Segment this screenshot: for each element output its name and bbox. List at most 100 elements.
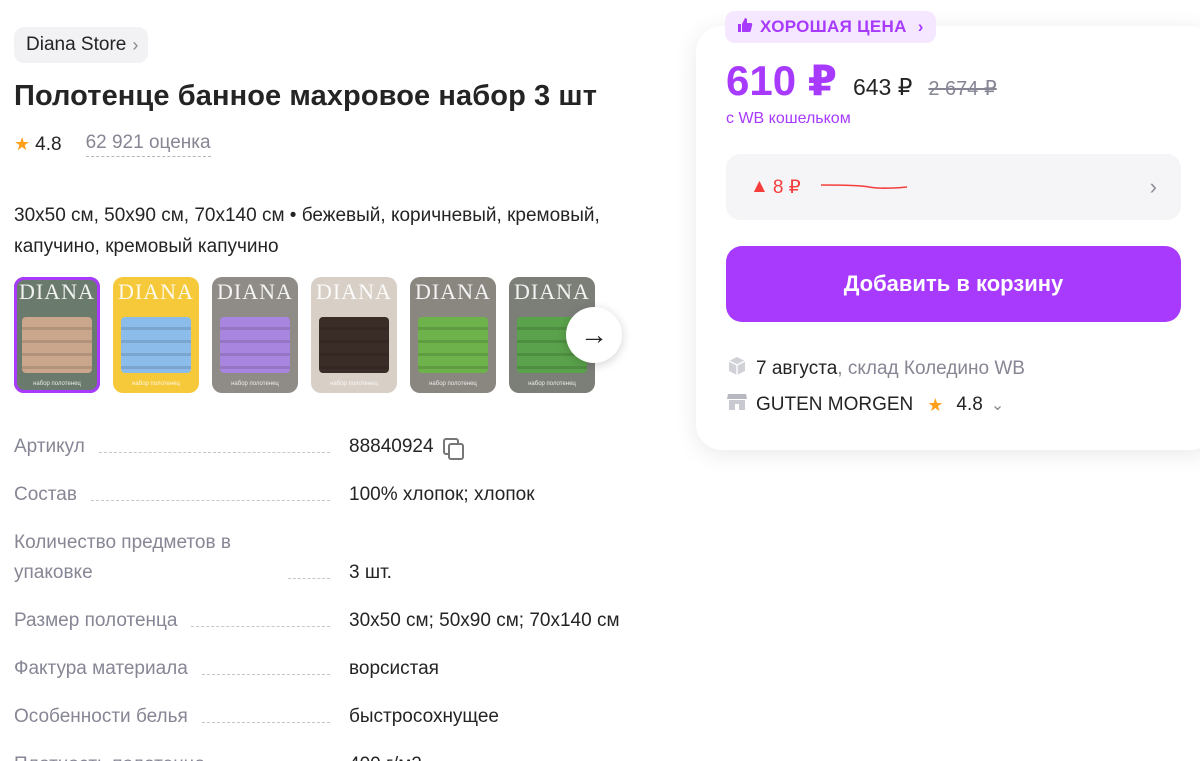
towel-texture <box>319 317 389 373</box>
price-row: 610 ₽ 643 ₽ 2 674 ₽ <box>726 56 997 105</box>
spec-leader-dots <box>201 722 330 723</box>
spec-leader-dots <box>201 674 330 675</box>
spec-value: 88840924 <box>349 432 464 462</box>
spec-value: 100% хлопок; хлопок <box>349 480 535 510</box>
spec-key-label: Плотность полотенца <box>14 750 205 761</box>
spec-value: 30x50 см; 50x90 см; 70x140 см <box>349 606 620 636</box>
product-title: Полотенце банное махровое набор 3 шт <box>14 80 598 112</box>
towel-texture <box>220 317 290 373</box>
badge-label: ХОРОШАЯ ЦЕНА <box>760 17 907 36</box>
spec-row: Артикул 88840924 <box>14 432 654 462</box>
gallery-thumbnail[interactable]: DIANA набор полотенец <box>212 277 298 393</box>
spec-key: Фактура материала <box>14 654 334 684</box>
thumbs-up-icon <box>737 17 753 38</box>
gallery-thumbnail[interactable]: DIANA набор полотенец <box>113 277 199 393</box>
price-trend-line-icon <box>820 184 907 189</box>
spec-row: Состав 100% хлопок; хлопок <box>14 480 654 510</box>
spec-value-text: ворсистая <box>349 658 439 679</box>
chevron-down-icon: ⌄ <box>990 397 1005 414</box>
price-current: 610 ₽ <box>726 57 837 104</box>
spec-key: Состав <box>14 480 334 510</box>
towel-texture <box>22 317 92 373</box>
thumbnail-brand-text: DIANA <box>217 279 293 304</box>
spec-row: Плотность полотенца 400 г/м2 <box>14 750 654 761</box>
arrow-right-icon: → <box>580 319 608 350</box>
spec-key-label: Особенности белья <box>14 706 188 727</box>
thumbnail-caption: набор полотенец <box>429 381 477 387</box>
price-change-value: 8 ₽ <box>772 176 801 198</box>
star-icon: ★ <box>14 134 31 154</box>
spec-value-text: 30x50 см; 50x90 см; 70x140 см <box>349 610 620 631</box>
towel-texture <box>121 317 191 373</box>
brand-label: Diana Store <box>26 34 127 55</box>
add-to-cart-button[interactable]: Добавить в корзину <box>726 246 1181 322</box>
spec-value-text: 100% хлопок; хлопок <box>349 484 535 505</box>
variants-text: 30x50 см, 50x90 см, 70x140 см • бежевый,… <box>14 205 600 257</box>
rating-value: 4.8 <box>35 133 62 155</box>
spec-key: Количество предметов в упаковке <box>14 528 334 588</box>
seller-rating: 4.8 <box>956 394 983 415</box>
chevron-right-icon: › <box>917 17 924 36</box>
thumbnail-brand-text: DIANA <box>415 279 491 304</box>
gallery-thumbnails: DIANA набор полотенец DIANA набор полотенец… <box>14 277 595 393</box>
price-original: 2 674 ₽ <box>928 78 997 100</box>
copy-icon[interactable] <box>442 437 464 460</box>
spec-key-label: Фактура материала <box>14 658 188 679</box>
thumbnail-caption: набор полотенец <box>231 381 279 387</box>
price-change: ▲ 8 ₽ <box>750 176 801 199</box>
spec-value-text: 88840924 <box>349 436 434 457</box>
thumbnail-brand-text: DIANA <box>514 279 590 304</box>
thumbnail-caption: набор полотенец <box>528 381 576 387</box>
spec-leader-dots <box>288 578 330 579</box>
spec-value: 3 шт. <box>349 558 392 588</box>
spec-key-label: Количество предметов в упаковке <box>14 532 231 583</box>
spec-row: Количество предметов в упаковке 3 шт. <box>14 528 654 588</box>
rating-row: ★ 4.8 62 921 оценка <box>14 132 211 157</box>
thumbnail-caption: набор полотенец <box>33 381 81 387</box>
chevron-right-icon: › <box>132 34 139 55</box>
spec-value-text: быстросохнущее <box>349 706 499 727</box>
spec-key: Особенности белья <box>14 702 334 732</box>
wallet-note: с WB кошельком <box>726 110 851 127</box>
thumbnail-brand-text: DIANA <box>118 279 194 304</box>
good-price-badge[interactable]: ХОРОШАЯ ЦЕНА › <box>725 11 936 43</box>
shop-icon <box>726 392 748 418</box>
spec-row: Размер полотенца 30x50 см; 50x90 см; 70x1… <box>14 606 654 636</box>
delivery-info: 7 августа, склад Коледино WB <box>726 355 1025 383</box>
spec-key: Плотность полотенца <box>14 750 334 761</box>
gallery-next-button[interactable]: → <box>566 307 622 363</box>
delivery-warehouse: , склад Коледино WB <box>837 358 1025 379</box>
gallery-thumbnail[interactable]: DIANA набор полотенец <box>311 277 397 393</box>
spec-row: Особенности белья быстросохнущее <box>14 702 654 732</box>
seller-info[interactable]: GUTEN MORGEN ★ 4.8 ⌄ <box>726 392 1004 418</box>
star-icon: ★ <box>927 394 944 415</box>
spec-value: ворсистая <box>349 654 439 684</box>
brand-link[interactable]: Diana Store › <box>14 27 149 63</box>
spec-key: Артикул <box>14 432 334 462</box>
chevron-right-icon: › <box>1149 174 1157 199</box>
thumbnail-brand-text: DIANA <box>316 279 392 304</box>
thumbnail-caption: набор полотенец <box>132 381 180 387</box>
spec-leader-dots <box>98 452 330 453</box>
spec-row: Фактура материала ворсистая <box>14 654 654 684</box>
spec-leader-dots <box>90 500 330 501</box>
spec-key: Размер полотенца <box>14 606 334 636</box>
gallery-thumbnail[interactable]: DIANA набор полотенец <box>14 277 100 393</box>
spec-key-label: Состав <box>14 484 77 505</box>
spec-key-label: Размер полотенца <box>14 610 178 631</box>
spec-value-text: 3 шт. <box>349 562 392 583</box>
spec-value: быстросохнущее <box>349 702 499 732</box>
triangle-up-icon: ▲ <box>750 176 769 197</box>
box-icon <box>726 355 748 383</box>
seller-name: GUTEN MORGEN <box>756 394 914 415</box>
price-history-button[interactable]: ▲ 8 ₽ › <box>726 154 1181 220</box>
spec-value: 400 г/м2 <box>349 750 422 761</box>
towel-texture <box>418 317 488 373</box>
gallery-thumbnail[interactable]: DIANA набор полотенец <box>410 277 496 393</box>
thumbnail-brand-text: DIANA <box>19 279 95 304</box>
reviews-link[interactable]: 62 921 оценка <box>85 132 211 157</box>
spec-key-label: Артикул <box>14 436 85 457</box>
delivery-date: 7 августа <box>756 358 838 379</box>
thumbnail-caption: набор полотенец <box>330 381 378 387</box>
spec-value-text: 400 г/м2 <box>349 750 422 761</box>
